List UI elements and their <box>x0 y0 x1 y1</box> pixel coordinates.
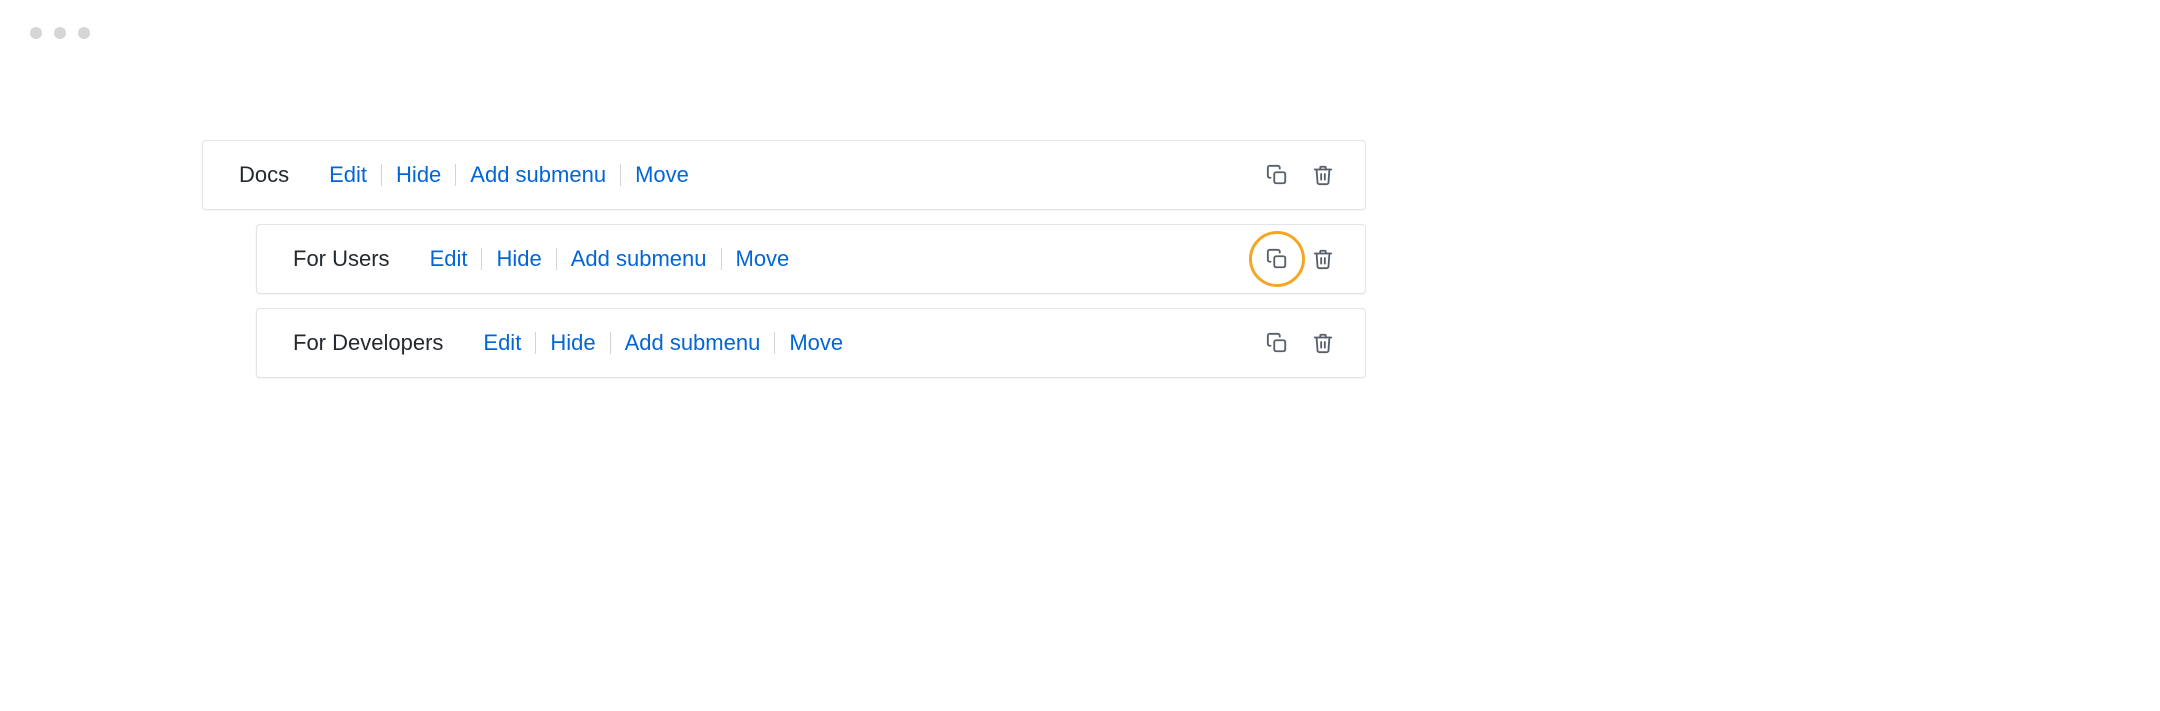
divider <box>535 332 536 354</box>
menu-row: For Users Edit Hide Add submenu Move <box>256 224 1366 294</box>
menu-item-actions: Edit Hide Add submenu Move <box>430 246 790 272</box>
menu-item-list: Docs Edit Hide Add submenu Move For Users Edi… <box>202 140 1366 392</box>
trash-icon[interactable] <box>1309 329 1337 357</box>
move-link[interactable]: Move <box>736 246 790 272</box>
menu-item-title: Docs <box>239 162 289 188</box>
divider <box>556 248 557 270</box>
add-submenu-link[interactable]: Add submenu <box>625 330 761 356</box>
menu-row: Docs Edit Hide Add submenu Move <box>202 140 1366 210</box>
add-submenu-link[interactable]: Add submenu <box>571 246 707 272</box>
move-link[interactable]: Move <box>635 162 689 188</box>
hide-link[interactable]: Hide <box>496 246 541 272</box>
edit-link[interactable]: Edit <box>430 246 468 272</box>
divider <box>620 164 621 186</box>
copy-icon[interactable] <box>1263 245 1291 273</box>
copy-icon[interactable] <box>1263 329 1291 357</box>
divider <box>455 164 456 186</box>
edit-link[interactable]: Edit <box>483 330 521 356</box>
trash-icon[interactable] <box>1309 161 1337 189</box>
divider <box>774 332 775 354</box>
trash-icon[interactable] <box>1309 245 1337 273</box>
copy-icon[interactable] <box>1263 161 1291 189</box>
traffic-light-dot <box>30 27 42 39</box>
menu-item-title: For Users <box>293 246 390 272</box>
menu-item-title: For Developers <box>293 330 443 356</box>
window-traffic-lights <box>30 27 90 39</box>
add-submenu-link[interactable]: Add submenu <box>470 162 606 188</box>
edit-link[interactable]: Edit <box>329 162 367 188</box>
traffic-light-dot <box>54 27 66 39</box>
divider <box>381 164 382 186</box>
move-link[interactable]: Move <box>789 330 843 356</box>
traffic-light-dot <box>78 27 90 39</box>
menu-item-actions: Edit Hide Add submenu Move <box>329 162 689 188</box>
menu-row: For Developers Edit Hide Add submenu Move <box>256 308 1366 378</box>
hide-link[interactable]: Hide <box>396 162 441 188</box>
divider <box>610 332 611 354</box>
divider <box>721 248 722 270</box>
divider <box>481 248 482 270</box>
hide-link[interactable]: Hide <box>550 330 595 356</box>
menu-item-actions: Edit Hide Add submenu Move <box>483 330 843 356</box>
